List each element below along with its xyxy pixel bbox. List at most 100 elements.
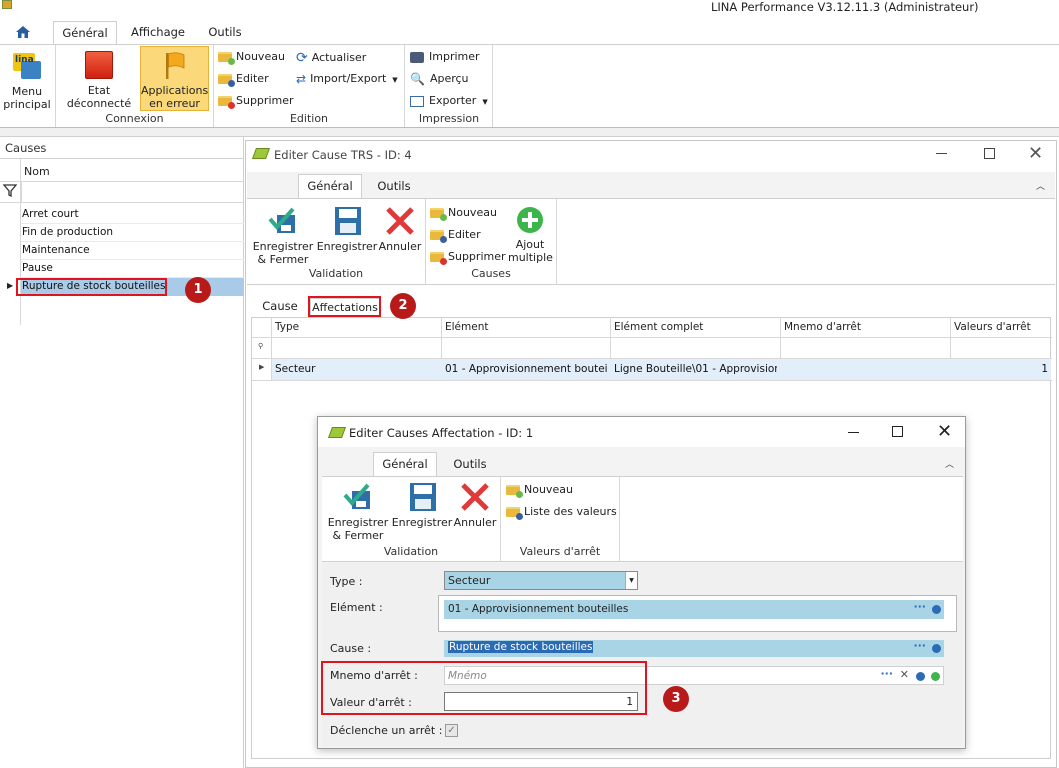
applications-en-erreur-label: Applications en erreur xyxy=(141,84,209,110)
affect-window-title: Editer Causes Affectation - ID: 1 xyxy=(349,426,534,440)
affect-window: Editer Causes Affectation - ID: 1 ✕ Géné… xyxy=(317,416,966,749)
refresh-icon: ⟳ xyxy=(296,50,308,66)
collapse-ribbon-icon[interactable]: ︿ xyxy=(945,457,954,470)
minimize-button[interactable] xyxy=(848,432,859,433)
tab-outils[interactable]: Outils xyxy=(448,457,492,471)
close-button[interactable]: ✕ xyxy=(1028,143,1043,164)
column-header-element-complet[interactable]: Elément complet xyxy=(614,321,703,333)
apercu-button[interactable]: 🔍 Aperçu xyxy=(410,72,469,86)
badge-1: 1 xyxy=(185,277,211,303)
import-export-icon: ⇄ xyxy=(296,72,307,86)
editer-button[interactable]: Editer xyxy=(218,72,269,87)
nouveau-button[interactable]: Nouveau xyxy=(506,483,573,498)
list-item[interactable]: Fin de production xyxy=(22,226,113,238)
nouveau-label: Nouveau xyxy=(448,206,497,219)
actualiser-button[interactable]: ⟳ Actualiser xyxy=(296,50,366,66)
clear-circle-icon[interactable] xyxy=(932,644,941,653)
add-circle-icon xyxy=(517,207,543,233)
validation-group-label: Validation xyxy=(308,267,364,280)
table-cell: 01 - Approvisionnement bouteilles xyxy=(445,363,608,375)
column-header-valeurs[interactable]: Valeurs d'arrêt xyxy=(954,321,1031,333)
causes-panel-title: Causes xyxy=(5,141,47,155)
nouveau-button[interactable]: Nouveau xyxy=(430,206,497,221)
nouveau-button[interactable]: Nouveau xyxy=(218,50,285,65)
folder-list-icon xyxy=(506,507,523,520)
save-icon xyxy=(335,207,361,235)
close-button[interactable]: ✕ xyxy=(937,421,952,442)
flag-icon xyxy=(165,52,184,79)
chevron-down-icon: ▼ xyxy=(482,98,488,106)
annuler-label: Annuler xyxy=(378,240,422,253)
ellipsis-icon[interactable]: ··· xyxy=(880,667,893,680)
causes-panel: Causes Nom Arret court Fin de production… xyxy=(0,137,244,768)
tab-outils[interactable]: Outils xyxy=(200,25,250,39)
clear-circle-icon[interactable] xyxy=(932,605,941,614)
declenche-checkbox[interactable]: ✓ xyxy=(445,724,458,737)
import-export-button[interactable]: ⇄ Import/Export ▼ xyxy=(296,72,398,86)
folder-edit-icon xyxy=(218,74,235,87)
declenche-label: Déclenche un arrêt : xyxy=(330,724,443,737)
tab-general[interactable]: Général xyxy=(373,452,437,476)
maximize-button[interactable] xyxy=(892,426,903,437)
badge-3: 3 xyxy=(663,686,689,712)
list-item[interactable]: Arret court xyxy=(22,208,79,220)
badge-2: 2 xyxy=(390,293,416,319)
export-icon xyxy=(410,95,424,107)
enregistrer-fermer-label: Enregistrer & Fermer xyxy=(327,516,389,542)
enregistrer-button[interactable]: Enregistrer xyxy=(391,481,453,529)
column-header-type[interactable]: Type xyxy=(275,321,299,333)
status-square-icon xyxy=(85,51,113,79)
filter-row-pin-icon: ⚲ xyxy=(258,342,264,350)
row-expand-icon[interactable]: ▶ xyxy=(259,363,264,371)
maximize-button[interactable] xyxy=(984,148,995,159)
causes-group-label: Causes xyxy=(471,267,511,280)
list-item[interactable]: Maintenance xyxy=(22,244,90,256)
column-header-element[interactable]: Elément xyxy=(445,321,488,333)
annuler-button[interactable]: Annuler xyxy=(453,481,497,529)
element-label: Elément : xyxy=(330,601,383,614)
enregistrer-fermer-button[interactable]: Enregistrer & Fermer xyxy=(252,205,314,266)
collapse-ribbon-icon[interactable]: ︿ xyxy=(1036,179,1045,192)
filter-input[interactable] xyxy=(21,182,244,202)
menu-principal-button[interactable]: lina Menu principal xyxy=(2,51,52,111)
applications-en-erreur-button[interactable]: Applications en erreur xyxy=(140,46,209,111)
nom-column-header[interactable]: Nom xyxy=(24,165,50,178)
tab-general[interactable]: Général xyxy=(53,21,117,45)
enregistrer-label: Enregistrer xyxy=(391,516,453,529)
add-green-icon[interactable] xyxy=(931,672,940,681)
editer-button[interactable]: Editer xyxy=(430,228,481,243)
valeurs-group-label: Valeurs d'arrêt xyxy=(519,545,601,558)
circle-arrow-icon[interactable] xyxy=(916,672,925,681)
enregistrer-fermer-button[interactable]: Enregistrer & Fermer xyxy=(327,481,389,542)
annuler-label: Annuler xyxy=(453,516,497,529)
tab-outils[interactable]: Outils xyxy=(372,179,416,193)
minimize-button[interactable] xyxy=(936,153,947,154)
filter-icon[interactable] xyxy=(2,184,18,200)
ellipsis-icon[interactable]: ··· xyxy=(913,600,926,613)
ajout-multiple-button[interactable]: Ajout multiple xyxy=(508,205,553,264)
home-tab[interactable] xyxy=(6,21,39,43)
tab-affichage[interactable]: Affichage xyxy=(126,25,190,39)
element-field[interactable]: 01 - Approvisionnement bouteilles ··· xyxy=(444,600,944,619)
enregistrer-button[interactable]: Enregistrer xyxy=(316,205,378,253)
highlight-box-1 xyxy=(16,278,167,296)
exporter-button[interactable]: Exporter ▼ xyxy=(410,94,488,107)
type-select[interactable]: Secteur ▼ xyxy=(444,571,638,590)
nouveau-label: Nouveau xyxy=(524,483,573,496)
supprimer-button[interactable]: Supprimer xyxy=(430,250,506,265)
table-cell: Secteur xyxy=(275,363,316,375)
save-close-icon xyxy=(268,207,295,233)
supprimer-button[interactable]: Supprimer xyxy=(218,94,294,109)
cause-field[interactable]: Rupture de stock bouteilles ··· xyxy=(444,639,944,657)
chevron-down-icon: ▼ xyxy=(392,76,398,84)
tab-general[interactable]: Général xyxy=(298,174,362,198)
liste-valeurs-button[interactable]: Liste des valeurs xyxy=(506,505,617,520)
imprimer-button[interactable]: Imprimer xyxy=(410,50,480,63)
annuler-button[interactable]: Annuler xyxy=(378,205,422,253)
tab-cause[interactable]: Cause xyxy=(258,299,302,313)
column-header-mnemo[interactable]: Mnemo d'arrêt xyxy=(784,321,861,333)
etat-deconnecte-button[interactable]: Etat déconnecté xyxy=(64,51,134,110)
clear-x-icon[interactable]: ✕ xyxy=(900,668,909,681)
ellipsis-icon[interactable]: ··· xyxy=(913,639,926,652)
list-item[interactable]: Pause xyxy=(22,262,53,274)
